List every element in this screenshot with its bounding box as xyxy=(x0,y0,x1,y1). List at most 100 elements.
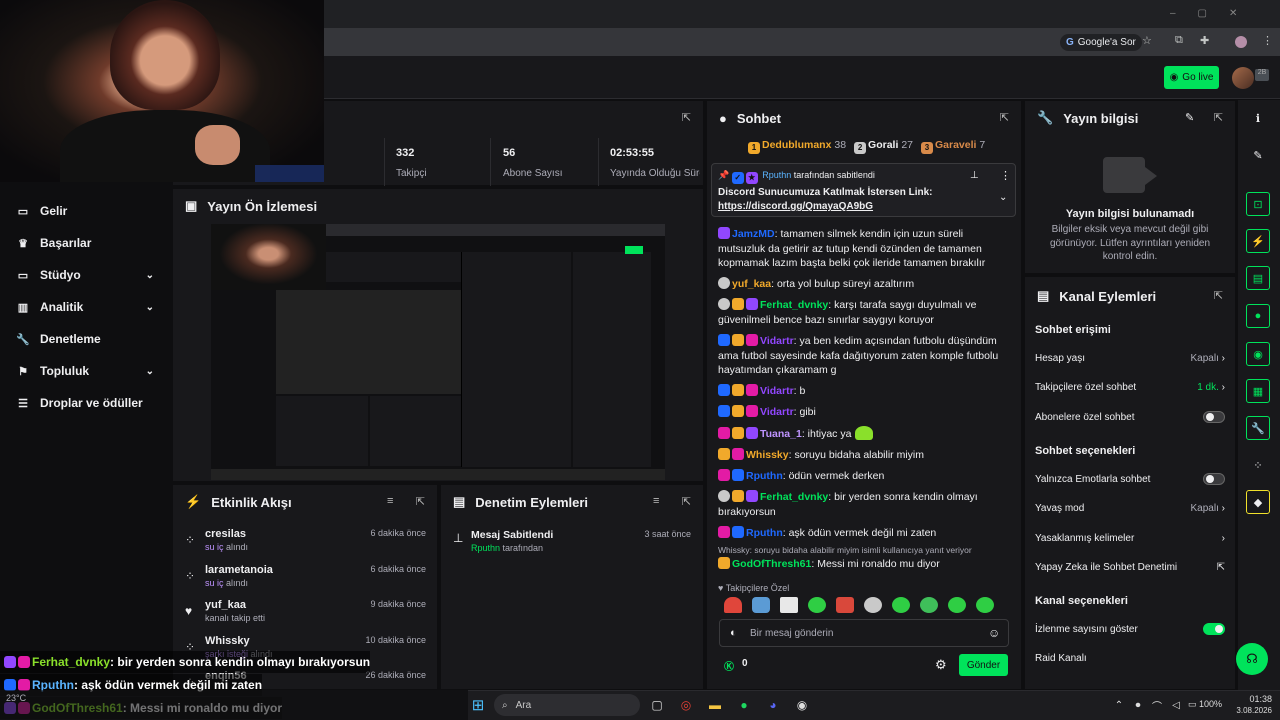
pinned-link[interactable]: https://discord.gg/QmayaQA9bG xyxy=(718,201,873,212)
clock-time[interactable]: 01:38 xyxy=(1234,694,1272,704)
sidebar-item-0[interactable]: ▭ Gelir xyxy=(0,196,172,226)
clock-date[interactable]: 3.08.2026 xyxy=(1226,706,1272,715)
chat-message[interactable]: Vidartr: b xyxy=(718,384,1008,399)
file-explorer-icon[interactable]: ▬ xyxy=(704,694,726,716)
chat-message[interactable]: Ferhat_dvnky: bir yerden sonra kendin ol… xyxy=(718,490,1008,519)
emote-icon[interactable] xyxy=(920,597,938,613)
moderation-item-user[interactable]: Rputhn xyxy=(471,543,500,553)
filter-icon[interactable]: ≡ xyxy=(653,495,659,507)
layers-icon[interactable]: ◆ xyxy=(1246,490,1270,514)
spotify-icon[interactable]: ● xyxy=(733,694,755,716)
windows-start-icon[interactable]: ⊞ xyxy=(467,694,489,716)
layout-icon[interactable]: ▦ xyxy=(1246,379,1270,403)
emoji-icon[interactable]: ☺ xyxy=(988,626,1000,640)
sidebar-item-4[interactable]: 🔧 Denetleme xyxy=(0,324,172,354)
filter-icon[interactable]: ≡ xyxy=(387,495,393,507)
lightning-icon[interactable]: ⚡ xyxy=(1246,229,1270,253)
account-age-row[interactable]: Hesap yaşı Kapalı › xyxy=(1035,348,1225,368)
emote-icon[interactable] xyxy=(808,597,826,613)
emote-only-toggle[interactable] xyxy=(1203,473,1225,485)
popout-icon[interactable]: ⇱ xyxy=(1000,111,1009,124)
popout-icon[interactable]: ⇱ xyxy=(1214,289,1223,302)
chat-message[interactable]: Rputhn: aşk ödün vermek değil mi zaten xyxy=(718,526,1008,541)
weather-widget[interactable]: 23°C xyxy=(6,693,26,703)
chrome-icon[interactable]: ◎ xyxy=(675,694,697,716)
emote-icon[interactable] xyxy=(976,597,994,613)
chat-message[interactable]: Rputhn: ödün vermek derken xyxy=(718,469,1008,484)
sidebar-item-5[interactable]: ⚑ Topluluk ⌄ xyxy=(0,356,172,386)
task-view-icon[interactable]: ▢ xyxy=(646,694,668,716)
ai-moderation-row[interactable]: Yapay Zeka ile Sohbet Denetimi ⇱ xyxy=(1035,557,1225,577)
leader-1[interactable]: 1 Dedublumanx 38 xyxy=(748,139,846,154)
leader-2[interactable]: 2 Gorali 27 xyxy=(854,139,913,154)
chat-username[interactable]: GodOfThresh61 xyxy=(732,558,811,570)
popout-icon[interactable]: ⇱ xyxy=(416,495,425,508)
send-button[interactable]: Gönder xyxy=(959,654,1008,676)
broadcast-icon[interactable]: ◉ xyxy=(1246,342,1270,366)
chat-message[interactable]: GodOfThresh61: Messi mi ronaldo mu diyor xyxy=(718,557,1008,572)
chat-username[interactable]: Tuana_1 xyxy=(760,428,802,440)
popout-icon[interactable]: ⇱ xyxy=(1214,111,1223,124)
followers-only-row[interactable]: Takipçilere özel sohbet 1 dk. › xyxy=(1035,377,1225,397)
chevron-down-icon[interactable]: ⌄ xyxy=(999,192,1007,203)
document-icon[interactable]: ▤ xyxy=(1246,266,1270,290)
obs-icon[interactable]: ◉ xyxy=(791,694,813,716)
chat-username[interactable]: yuf_kaa xyxy=(732,278,771,290)
help-fab-icon[interactable]: ☊ xyxy=(1236,643,1268,675)
go-live-button[interactable]: ◉ Go live xyxy=(1164,66,1219,89)
raid-channel-row[interactable]: Raid Kanalı xyxy=(1035,648,1225,668)
more-menu-icon[interactable]: ⋮ xyxy=(1262,34,1273,47)
emote-icon[interactable] xyxy=(724,597,742,613)
settings-gear-icon[interactable]: ⚙ xyxy=(935,657,947,673)
more-icon[interactable]: ⋮ xyxy=(1000,169,1011,182)
channel-points[interactable]: Ⓚ 0 xyxy=(724,658,748,673)
banned-words-row[interactable]: Yasaklanmış kelimeler › xyxy=(1035,528,1225,548)
activity-row[interactable]: ♥ yuf_kaa kanalı takip etti 9 dakika önce xyxy=(173,596,437,631)
battery-indicator[interactable]: ▭ 100% xyxy=(1188,699,1222,710)
chat-icon[interactable]: ● xyxy=(1246,304,1270,328)
chat-username[interactable]: JamzMD xyxy=(732,228,775,240)
edit-pencil-icon[interactable]: ✎ xyxy=(1185,111,1194,124)
subscribers-only-toggle[interactable] xyxy=(1203,411,1225,423)
chat-username[interactable]: Ferhat_dvnky xyxy=(760,299,828,311)
taskbar-search[interactable]: ⌕ Ara xyxy=(494,694,640,716)
chat-message[interactable]: Vidartr: ya ben kedim açısından futbolu … xyxy=(718,334,1008,378)
chat-username[interactable]: Whissky xyxy=(746,449,789,461)
chat-message[interactable]: Vidartr: gibi xyxy=(718,405,1008,420)
info-icon[interactable]: ℹ xyxy=(1246,106,1270,130)
emote-icon[interactable] xyxy=(948,597,966,613)
chat-message[interactable]: JamzMD: tamamen silmek kendin için uzun … xyxy=(718,227,1008,271)
popout-icon[interactable]: ⇱ xyxy=(682,111,691,124)
chat-username[interactable]: Rputhn xyxy=(746,527,783,539)
slow-mode-row[interactable]: Yavaş mod Kapalı › xyxy=(1035,498,1225,518)
show-viewers-toggle[interactable] xyxy=(1203,623,1225,635)
unpin-icon[interactable]: ⊥ xyxy=(970,170,979,181)
extensions-icon[interactable]: ⧉ xyxy=(1175,34,1183,47)
popout-icon[interactable]: ⇱ xyxy=(682,495,691,508)
chat-username[interactable]: Rputhn xyxy=(746,470,783,482)
wrench-icon[interactable]: 🔧 xyxy=(1246,416,1270,440)
sidebar-item-3[interactable]: ▥ Analitik ⌄ xyxy=(0,292,172,322)
profile-icon[interactable] xyxy=(1235,36,1247,48)
emote-icon[interactable] xyxy=(892,597,910,613)
chat-username[interactable]: Vidartr xyxy=(760,335,794,347)
puzzle-icon[interactable]: ✚ xyxy=(1200,34,1209,47)
chat-input[interactable]: ◐ Bir mesaj gönderin ☺ xyxy=(719,619,1009,647)
activity-row[interactable]: ⁘ cresilas su iç alındı 6 dakika önce xyxy=(173,525,437,560)
activity-row[interactable]: ⁘ larametanoia su iç alındı 6 dakika önce xyxy=(173,561,437,596)
emote-icon[interactable] xyxy=(864,597,882,613)
chat-message[interactable]: yuf_kaa: orta yol bulup süreyi azaltırım xyxy=(718,277,1008,292)
stream-preview-video[interactable] xyxy=(211,224,665,480)
camera-icon[interactable]: ⊡ xyxy=(1246,192,1270,216)
discord-icon[interactable]: ◕ xyxy=(762,694,784,716)
chat-message[interactable]: Tuana_1: ihtiyac ya xyxy=(718,426,1008,442)
google-ask-button[interactable]: G Google'a Sor xyxy=(1060,34,1142,51)
user-avatar[interactable] xyxy=(1232,67,1254,89)
volume-icon[interactable]: ◁ xyxy=(1165,694,1187,716)
window-controls[interactable]: –▢✕ xyxy=(1170,8,1259,19)
chat-username[interactable]: Vidartr xyxy=(760,406,794,418)
sidebar-item-2[interactable]: ▭ Stüdyo ⌄ xyxy=(0,260,172,290)
chat-message[interactable]: Ferhat_dvnky: karşı tarafa saygı duyulma… xyxy=(718,298,1008,327)
pinned-message[interactable]: 📌 ✓ ★ Rputhn tarafından sabitlendi Discor… xyxy=(711,163,1016,217)
emote-icon[interactable] xyxy=(836,597,854,613)
